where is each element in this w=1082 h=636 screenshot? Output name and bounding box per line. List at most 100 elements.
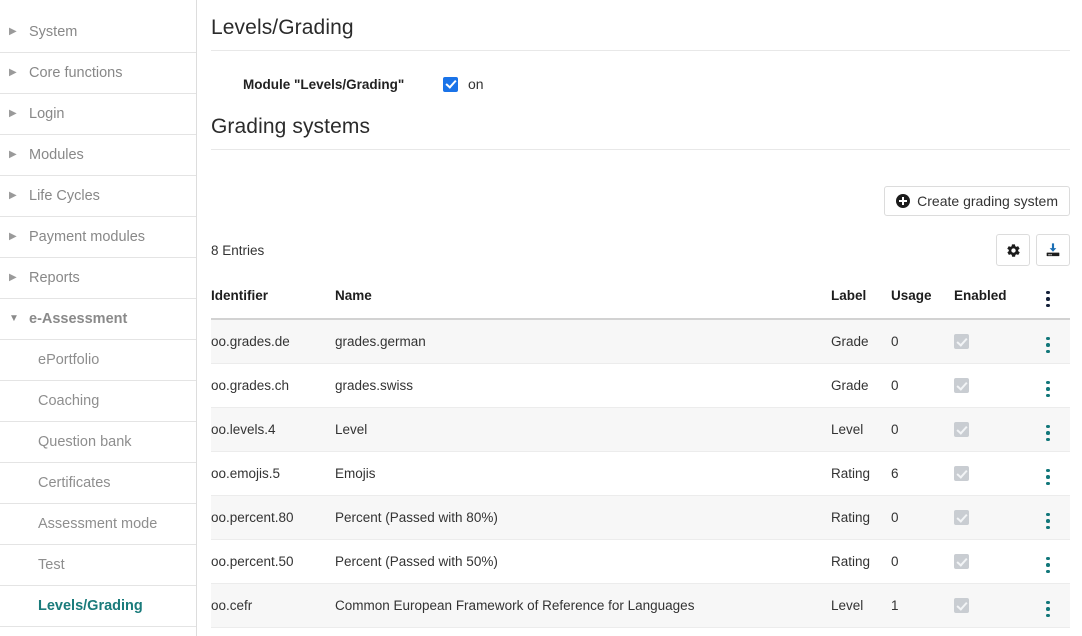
sidebar-item-coaching[interactable]: Coaching [0, 381, 196, 422]
cell-label: Level [831, 408, 891, 452]
create-toolbar: Create grading system [211, 186, 1070, 216]
caret-right-icon: ▶ [9, 191, 25, 201]
cell-enabled [954, 364, 1040, 408]
row-options-menu-icon[interactable] [1040, 599, 1056, 620]
column-header-name[interactable]: Name [335, 278, 831, 319]
table-head: Identifier Name Label Usage Enabled [211, 278, 1070, 319]
sidebar-group-e-assessment[interactable]: ▼e-Assessment [0, 299, 196, 340]
cell-label: Rating [831, 540, 891, 584]
row-options-menu-icon[interactable] [1040, 467, 1056, 488]
column-header-label[interactable]: Label [831, 278, 891, 319]
grading-systems-table: Identifier Name Label Usage Enabled oo.g… [211, 278, 1070, 636]
sidebar-group-label: e-Assessment [25, 311, 127, 327]
row-options-menu-icon[interactable] [1040, 555, 1056, 576]
table-row[interactable]: oo.percent.80Percent (Passed with 80%)Ra… [211, 496, 1070, 540]
create-grading-system-button[interactable]: Create grading system [884, 186, 1070, 216]
cell-label: Rating [831, 452, 891, 496]
sidebar-group-life-cycles[interactable]: ▶Life Cycles [0, 176, 196, 217]
caret-right-icon: ▶ [9, 150, 25, 160]
row-options-menu-icon[interactable] [1040, 379, 1056, 400]
cell-usage: 0 [891, 540, 954, 584]
module-toggle-label: Module "Levels/Grading" [243, 77, 443, 92]
sidebar-item-certificates[interactable]: Certificates [0, 463, 196, 504]
module-toggle-row: Module "Levels/Grading" on [211, 73, 1070, 95]
table-settings-button[interactable] [996, 234, 1030, 266]
row-options-menu-icon[interactable] [1040, 511, 1056, 532]
column-header-enabled[interactable]: Enabled [954, 278, 1040, 319]
sidebar-item-eportfolio[interactable]: ePortfolio [0, 340, 196, 381]
caret-right-icon: ▶ [9, 68, 25, 78]
cell-usage: 0 [891, 364, 954, 408]
table-row[interactable]: oo.levels.4LevelLevel0 [211, 408, 1070, 452]
cell-identifier: oo.emojis.5 [211, 452, 335, 496]
sidebar-item-assessment-mode[interactable]: Assessment mode [0, 504, 196, 545]
sidebar-group-label: Login [25, 106, 64, 122]
table-row[interactable]: oo.cefrCommon European Framework of Refe… [211, 584, 1070, 628]
table-row[interactable]: oo.percent.50Percent (Passed with 50%)Ra… [211, 540, 1070, 584]
table-options-menu-icon[interactable] [1040, 289, 1056, 310]
table-body: oo.grades.degrades.germanGrade0oo.grades… [211, 319, 1070, 636]
cell-usage: 0 [891, 496, 954, 540]
cell-name: Emojis [335, 452, 831, 496]
caret-down-icon: ▼ [9, 314, 25, 324]
sidebar-item-levels-grading[interactable]: Levels/Grading [0, 586, 196, 627]
page-title: Levels/Grading [211, 16, 1070, 51]
cell-label: Rating [831, 628, 891, 636]
cell-name: neu [335, 628, 831, 636]
sidebar-navigation: ▶System▶Core functions▶Login▶Modules▶Lif… [0, 0, 197, 636]
cell-name: grades.german [335, 319, 831, 364]
caret-right-icon: ▶ [9, 27, 25, 37]
table-row[interactable]: oo.emojis.5EmojisRating6 [211, 452, 1070, 496]
enabled-checkbox-readonly [954, 554, 969, 569]
cell-name: Level [335, 408, 831, 452]
row-options-menu-icon[interactable] [1040, 423, 1056, 444]
plus-circle-icon [896, 194, 910, 208]
module-toggle-state: on [468, 76, 484, 92]
cell-name: Common European Framework of Reference f… [335, 584, 831, 628]
cell-usage: 0 [891, 628, 954, 636]
sidebar-group-modules[interactable]: ▶Modules [0, 135, 196, 176]
table-row[interactable]: oo.grades.degrades.germanGrade0 [211, 319, 1070, 364]
caret-right-icon: ▶ [9, 109, 25, 119]
enabled-checkbox-readonly [954, 598, 969, 613]
enabled-checkbox-readonly [954, 466, 969, 481]
section-title: Grading systems [211, 115, 1070, 150]
sidebar-group-login[interactable]: ▶Login [0, 94, 196, 135]
sidebar-group-reports[interactable]: ▶Reports [0, 258, 196, 299]
cell-identifier: oo.levels.4 [211, 408, 335, 452]
sidebar-item-question-bank[interactable]: Question bank [0, 422, 196, 463]
module-enabled-checkbox[interactable] [443, 77, 458, 92]
cell-row-menu [1040, 584, 1070, 628]
cell-identifier: oo.grades.de [211, 319, 335, 364]
sidebar-group-system[interactable]: ▶System [0, 12, 196, 53]
cell-row-menu [1040, 408, 1070, 452]
cell-row-menu [1040, 452, 1070, 496]
sidebar-group-label: Life Cycles [25, 188, 100, 204]
cell-identifier: oo.grades.ch [211, 364, 335, 408]
cell-name: Percent (Passed with 50%) [335, 540, 831, 584]
sidebar-group-list: ▶System▶Core functions▶Login▶Modules▶Lif… [0, 12, 196, 340]
sidebar-group-label: Payment modules [25, 229, 145, 245]
table-export-button[interactable] [1036, 234, 1070, 266]
sidebar-item-test[interactable]: Test [0, 545, 196, 586]
cell-label: Level [831, 584, 891, 628]
table-action-buttons [996, 234, 1070, 266]
cell-usage: 0 [891, 319, 954, 364]
sidebar-group-core-functions[interactable]: ▶Core functions [0, 53, 196, 94]
download-icon [1045, 242, 1061, 258]
cell-row-menu [1040, 319, 1070, 364]
column-header-identifier[interactable]: Identifier [211, 278, 335, 319]
sidebar-subitem-list: ePortfolioCoaching Question bank Certifica… [0, 340, 196, 627]
create-grading-system-label: Create grading system [917, 193, 1058, 209]
sidebar-item-label: Levels/Grading [38, 598, 143, 614]
cell-row-menu [1040, 496, 1070, 540]
entries-count: 8 Entries [211, 243, 264, 258]
sidebar-group-payment-modules[interactable]: ▶Payment modules [0, 217, 196, 258]
column-header-usage[interactable]: Usage [891, 278, 954, 319]
table-row[interactable]: oo.grades.chgrades.swissGrade0 [211, 364, 1070, 408]
table-row[interactable]: neuneuRating0 [211, 628, 1070, 636]
gear-icon [1006, 243, 1021, 258]
sidebar-item-label: Question bank [38, 434, 132, 450]
cell-name: grades.swiss [335, 364, 831, 408]
row-options-menu-icon[interactable] [1040, 335, 1056, 356]
